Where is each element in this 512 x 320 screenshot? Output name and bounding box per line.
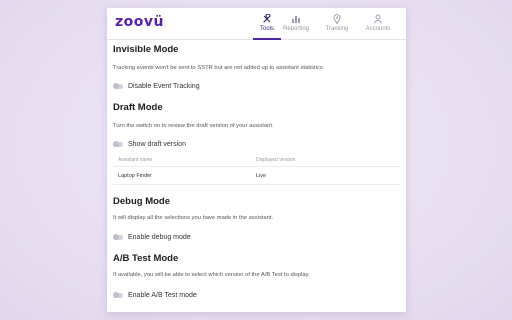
tab-tracking[interactable]: Tracking [319,8,355,39]
zoovu-logo[interactable]: zoovü [115,14,164,30]
tab-reporting-label: Reporting [282,26,309,32]
invisible-mode-title: Invisible Mode [113,44,179,55]
draft-mode-description: Turn the switch on to review the draft v… [113,123,274,129]
debug-mode-toggle-row[interactable]: Enable debug mode [113,232,191,242]
tab-accounts[interactable]: Accounts [360,8,396,39]
tab-reporting[interactable]: Reporting [278,8,314,39]
ab-test-mode-title: A/B Test Mode [113,253,179,264]
table-header-assistant-name: Assistant name [118,157,153,163]
disable-event-tracking-label: Disable Event Tracking [128,82,200,90]
settings-panel: zoovü Tools Reporting Tracking Accounts … [107,8,406,312]
table-divider [113,166,400,167]
tab-tools-label: Tools [259,26,274,32]
show-draft-version-label: Show draft version [128,140,186,148]
enable-debug-mode-switch[interactable] [113,234,123,240]
table-divider [113,184,400,185]
user-icon [374,14,382,24]
location-pin-icon [333,14,341,24]
enable-ab-test-mode-label: Enable A/B Test mode [128,291,197,299]
show-draft-version-switch[interactable] [113,141,123,147]
debug-mode-description: It will display all the selections you h… [113,215,274,221]
debug-mode-title: Debug Mode [113,196,170,207]
top-navigation-bar: zoovü Tools Reporting Tracking Accounts [107,8,406,40]
tab-tracking-label: Tracking [325,26,349,32]
draft-mode-title: Draft Mode [113,102,163,113]
tab-accounts-label: Accounts [365,26,391,32]
enable-ab-test-mode-switch[interactable] [113,292,123,298]
assistant-version-table: Assistant name Displayed version Laptop … [113,157,400,193]
table-header-displayed-version: Displayed version [256,157,296,163]
chart-icon [292,16,300,23]
invisible-mode-description: Tracking events won't be sent to SSTR bu… [113,65,325,71]
table-cell-displayed-version: Live [256,173,267,179]
table-cell-assistant-name: Laptop Finder [118,173,152,179]
disable-event-tracking-switch[interactable] [113,83,123,89]
invisible-mode-toggle-row[interactable]: Disable Event Tracking [113,81,200,91]
draft-mode-toggle-row[interactable]: Show draft version [113,139,186,149]
ab-test-mode-toggle-row[interactable]: Enable A/B Test mode [113,290,197,300]
ab-test-mode-description: If available, you will be able to select… [113,272,310,278]
tools-icon [263,14,271,23]
enable-debug-mode-label: Enable debug mode [128,233,191,241]
